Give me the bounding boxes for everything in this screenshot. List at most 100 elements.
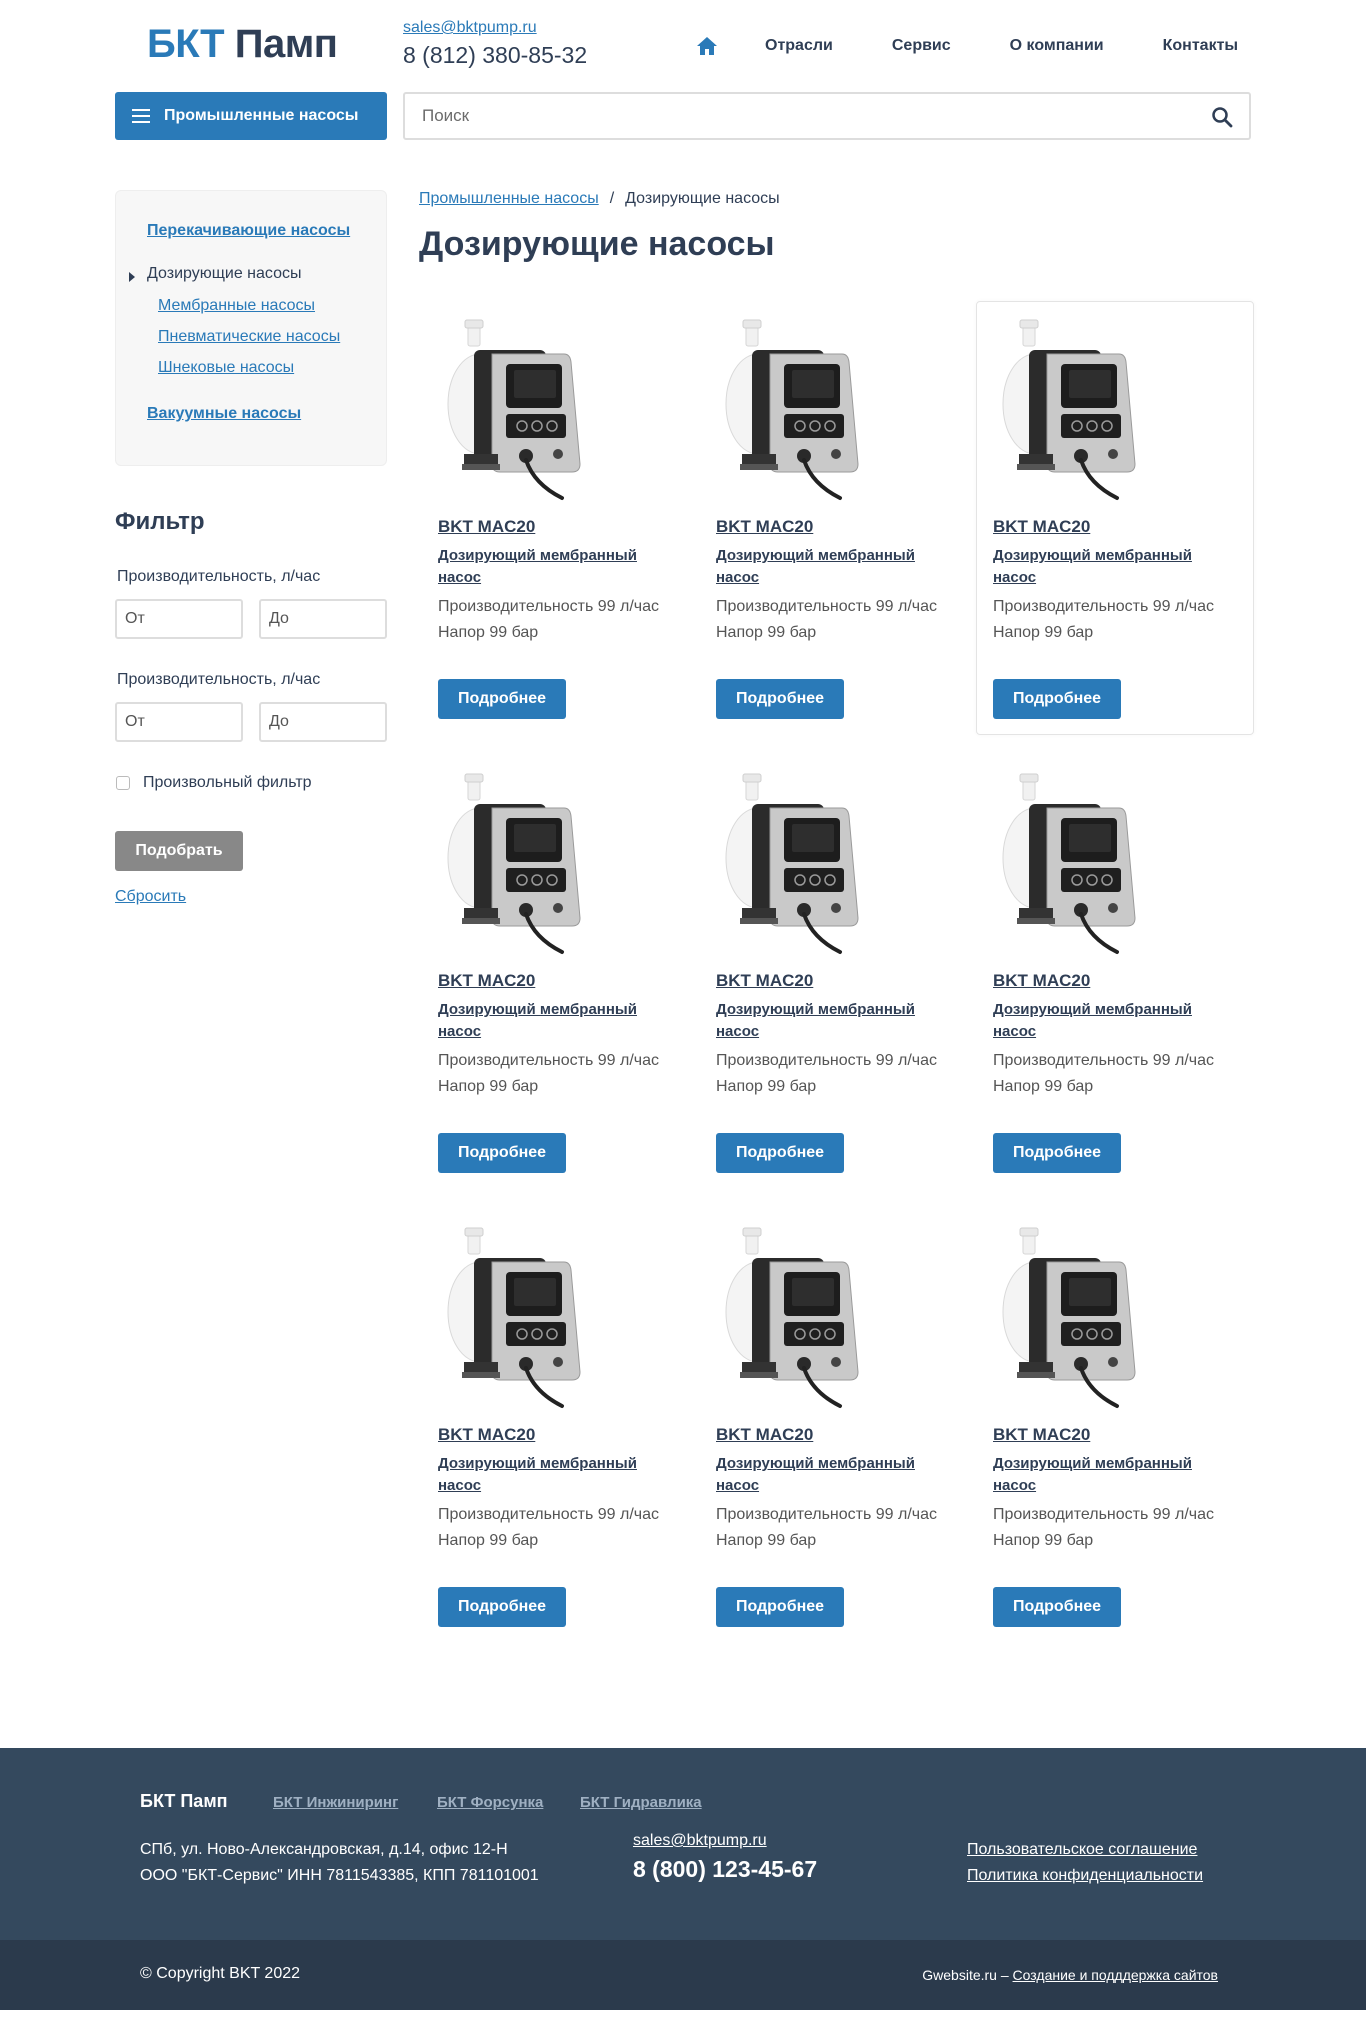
filter-from-input-2[interactable] — [115, 702, 243, 742]
product-details-button[interactable]: Подробнее — [716, 679, 844, 719]
product-capacity: Производительность 99 л/час — [438, 1052, 659, 1069]
product-details-button[interactable]: Подробнее — [993, 1587, 1121, 1627]
filter-to-input-1[interactable] — [259, 599, 387, 639]
copyright-text: © Copyright BKT 2022 — [140, 1965, 301, 1982]
header-email-link[interactable]: sales@bktpump.ru — [403, 19, 537, 37]
nav-link-industries[interactable]: Отрасли — [765, 37, 833, 55]
footer-link-hydraulics[interactable]: БКТ Гидравлика — [580, 1794, 702, 1811]
product-name-link[interactable]: BKT MAC20 — [438, 517, 535, 537]
menu-item-vacuum-pumps[interactable]: Вакуумные насосы — [147, 405, 301, 423]
menu-item-dosing-pumps[interactable]: Дозирующие насосы — [147, 265, 301, 283]
pump-image[interactable] — [712, 314, 872, 502]
product-card: BKT MAC20 Дозирующий мембранный насос Пр… — [421, 1209, 699, 1643]
footer-address: СПб, ул. Ново-Александровская, д.14, офи… — [140, 1841, 508, 1858]
developer-separator: – — [996, 1967, 1013, 1983]
filter-to-input-2[interactable] — [259, 702, 387, 742]
product-details-button[interactable]: Подробнее — [716, 1133, 844, 1173]
product-description-link[interactable]: Дозирующий мембранный насос — [716, 999, 946, 1043]
developer-credit: Gwebsite.ru – Создание и подддержка сайт… — [922, 1967, 1218, 1983]
developer-link[interactable]: Создание и подддержка сайтов — [1013, 1967, 1218, 1983]
product-name-link[interactable]: BKT MAC20 — [716, 1425, 813, 1445]
footer-phone[interactable]: 8 (800) 123-45-67 — [633, 1856, 817, 1883]
filter-from-input-1[interactable] — [115, 599, 243, 639]
product-name-link[interactable]: BKT MAC20 — [993, 517, 1090, 537]
product-card: BKT MAC20 Дозирующий мембранный насос Пр… — [421, 301, 699, 735]
custom-filter-label[interactable]: Произвольный фильтр — [143, 774, 312, 792]
home-icon[interactable] — [695, 34, 719, 58]
product-pressure: Напор 99 бар — [716, 1532, 817, 1549]
product-details-button[interactable]: Подробнее — [438, 1587, 566, 1627]
pump-image[interactable] — [989, 314, 1149, 502]
product-details-button[interactable]: Подробнее — [993, 1133, 1121, 1173]
product-capacity: Производительность 99 л/час — [716, 1506, 937, 1523]
nav-link-about[interactable]: О компании — [1010, 37, 1104, 55]
nav-link-service[interactable]: Сервис — [892, 37, 951, 55]
header-phone[interactable]: 8 (812) 380-85-32 — [403, 42, 587, 69]
footer-user-agreement-link[interactable]: Пользовательское соглашение — [967, 1841, 1197, 1859]
search-icon[interactable] — [1211, 106, 1233, 128]
product-name-link[interactable]: BKT MAC20 — [993, 1425, 1090, 1445]
product-pressure: Напор 99 бар — [993, 624, 1094, 641]
reset-filter-link[interactable]: Сбросить — [115, 888, 186, 906]
menu-subitem-pneumatic[interactable]: Пневматические насосы — [158, 328, 340, 346]
product-description-link[interactable]: Дозирующий мембранный насос — [716, 545, 946, 589]
product-capacity: Производительность 99 л/час — [438, 598, 659, 615]
footer-privacy-policy-link[interactable]: Политика конфиденциальности — [967, 1867, 1203, 1885]
footer-brand[interactable]: БКТ Памп — [140, 1791, 228, 1812]
product-name-link[interactable]: BKT MAC20 — [438, 1425, 535, 1445]
breadcrumb-parent-link[interactable]: Промышленные насосы — [419, 190, 599, 208]
product-description-link[interactable]: Дозирующий мембранный насос — [993, 1453, 1223, 1497]
product-name-link[interactable]: BKT MAC20 — [438, 971, 535, 991]
site-logo[interactable]: БКТ Памп — [147, 22, 338, 67]
product-description-link[interactable]: Дозирующий мембранный насос — [438, 545, 668, 589]
pump-image[interactable] — [989, 1222, 1149, 1410]
product-description-link[interactable]: Дозирующий мембранный насос — [716, 1453, 946, 1497]
top-nav: Отрасли Сервис О компании Контакты — [695, 34, 1238, 58]
submenu-arrow-icon — [129, 272, 135, 282]
pump-image[interactable] — [434, 314, 594, 502]
pump-image[interactable] — [434, 768, 594, 956]
breadcrumb-current: Дозирующие насосы — [625, 190, 780, 207]
pump-image[interactable] — [434, 1222, 594, 1410]
product-card: BKT MAC20 Дозирующий мембранный насос Пр… — [421, 755, 699, 1189]
product-capacity: Производительность 99 л/час — [716, 1052, 937, 1069]
menu-subitem-screw[interactable]: Шнековые насосы — [158, 359, 294, 377]
product-details-button[interactable]: Подробнее — [438, 1133, 566, 1173]
footer-email-link[interactable]: sales@bktpump.ru — [633, 1832, 767, 1850]
product-capacity: Производительность 99 л/час — [993, 1506, 1214, 1523]
logo-part-1: БКТ — [147, 22, 225, 66]
page-title: Дозирующие насосы — [419, 225, 775, 263]
footer-link-engineering[interactable]: БКТ Инжиниринг — [273, 1794, 398, 1811]
filter-title: Фильтр — [115, 508, 205, 535]
menu-subitem-membrane[interactable]: Мембранные насосы — [158, 297, 315, 315]
product-details-button[interactable]: Подробнее — [993, 679, 1121, 719]
footer-link-nozzle[interactable]: БКТ Форсунка — [437, 1794, 543, 1811]
product-pressure: Напор 99 бар — [716, 624, 817, 641]
menu-icon — [132, 109, 150, 123]
pump-image[interactable] — [712, 1222, 872, 1410]
menu-item-transfer-pumps[interactable]: Перекачивающие насосы — [147, 222, 350, 240]
product-name-link[interactable]: BKT MAC20 — [993, 971, 1090, 991]
product-capacity: Производительность 99 л/час — [716, 598, 937, 615]
nav-link-contacts[interactable]: Контакты — [1163, 37, 1238, 55]
product-details-button[interactable]: Подробнее — [716, 1587, 844, 1627]
product-description-link[interactable]: Дозирующий мембранный насос — [438, 999, 668, 1043]
product-pressure: Напор 99 бар — [438, 624, 539, 641]
catalog-button[interactable]: Промышленные насосы — [115, 92, 387, 140]
product-name-link[interactable]: BKT MAC20 — [716, 517, 813, 537]
product-name-link[interactable]: BKT MAC20 — [716, 971, 813, 991]
pump-image[interactable] — [712, 768, 872, 956]
product-description-link[interactable]: Дозирующий мембранный насос — [993, 999, 1223, 1043]
product-description-link[interactable]: Дозирующий мембранный насос — [438, 1453, 668, 1497]
apply-filter-button[interactable]: Подобрать — [115, 831, 243, 871]
pump-image[interactable] — [989, 768, 1149, 956]
search-input[interactable] — [422, 106, 1182, 126]
product-description-link[interactable]: Дозирующий мембранный насос — [993, 545, 1223, 589]
product-details-button[interactable]: Подробнее — [438, 679, 566, 719]
product-card: BKT MAC20 Дозирующий мембранный насос Пр… — [976, 301, 1254, 735]
catalog-button-label: Промышленные насосы — [164, 107, 359, 124]
custom-filter-checkbox[interactable] — [116, 776, 130, 790]
breadcrumb-separator: / — [609, 190, 615, 207]
developer-site: Gwebsite.ru — [922, 1967, 997, 1983]
search-box — [403, 92, 1251, 140]
